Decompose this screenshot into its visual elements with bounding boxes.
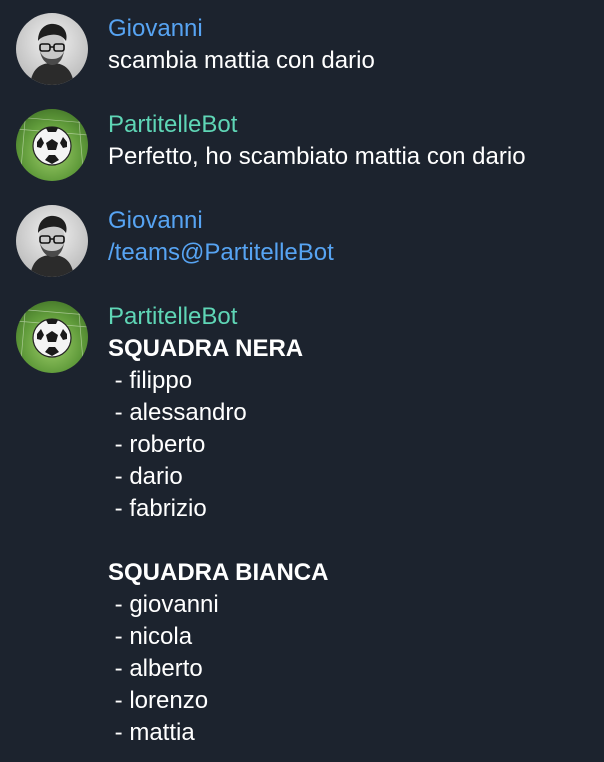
bot-command-link[interactable]: /teams@PartitelleBot <box>108 237 598 269</box>
player-item: - roberto <box>108 431 206 458</box>
soccer-ball-icon <box>16 109 88 181</box>
player-item: - mattia <box>108 719 195 746</box>
person-icon <box>16 205 88 277</box>
player-item: - filippo <box>108 367 193 394</box>
user-avatar[interactable] <box>16 205 88 277</box>
sender-name[interactable]: Giovanni <box>108 205 598 237</box>
message-text: Perfetto, ho scambiato mattia con dario <box>108 143 526 170</box>
team-title: SQUADRA NERA <box>108 335 304 362</box>
message-text: scambia mattia con dario <box>108 47 375 74</box>
bot-avatar[interactable] <box>16 301 88 373</box>
team-title: SQUADRA BIANCA <box>108 559 329 586</box>
sender-name[interactable]: Giovanni <box>108 13 598 45</box>
player-item: - giovanni <box>108 591 219 618</box>
player-item: - alberto <box>108 655 203 682</box>
sender-name[interactable]: PartitelleBot <box>108 301 598 333</box>
soccer-ball-icon <box>16 301 88 373</box>
player-item: - alessandro <box>108 399 247 426</box>
person-icon <box>16 13 88 85</box>
user-avatar[interactable] <box>16 13 88 85</box>
player-item: - nicola <box>108 623 193 650</box>
bot-avatar[interactable] <box>16 109 88 181</box>
sender-name[interactable]: PartitelleBot <box>108 109 598 141</box>
player-item: - dario <box>108 463 183 490</box>
player-item: - lorenzo <box>108 687 209 714</box>
player-item: - fabrizio <box>108 495 207 522</box>
